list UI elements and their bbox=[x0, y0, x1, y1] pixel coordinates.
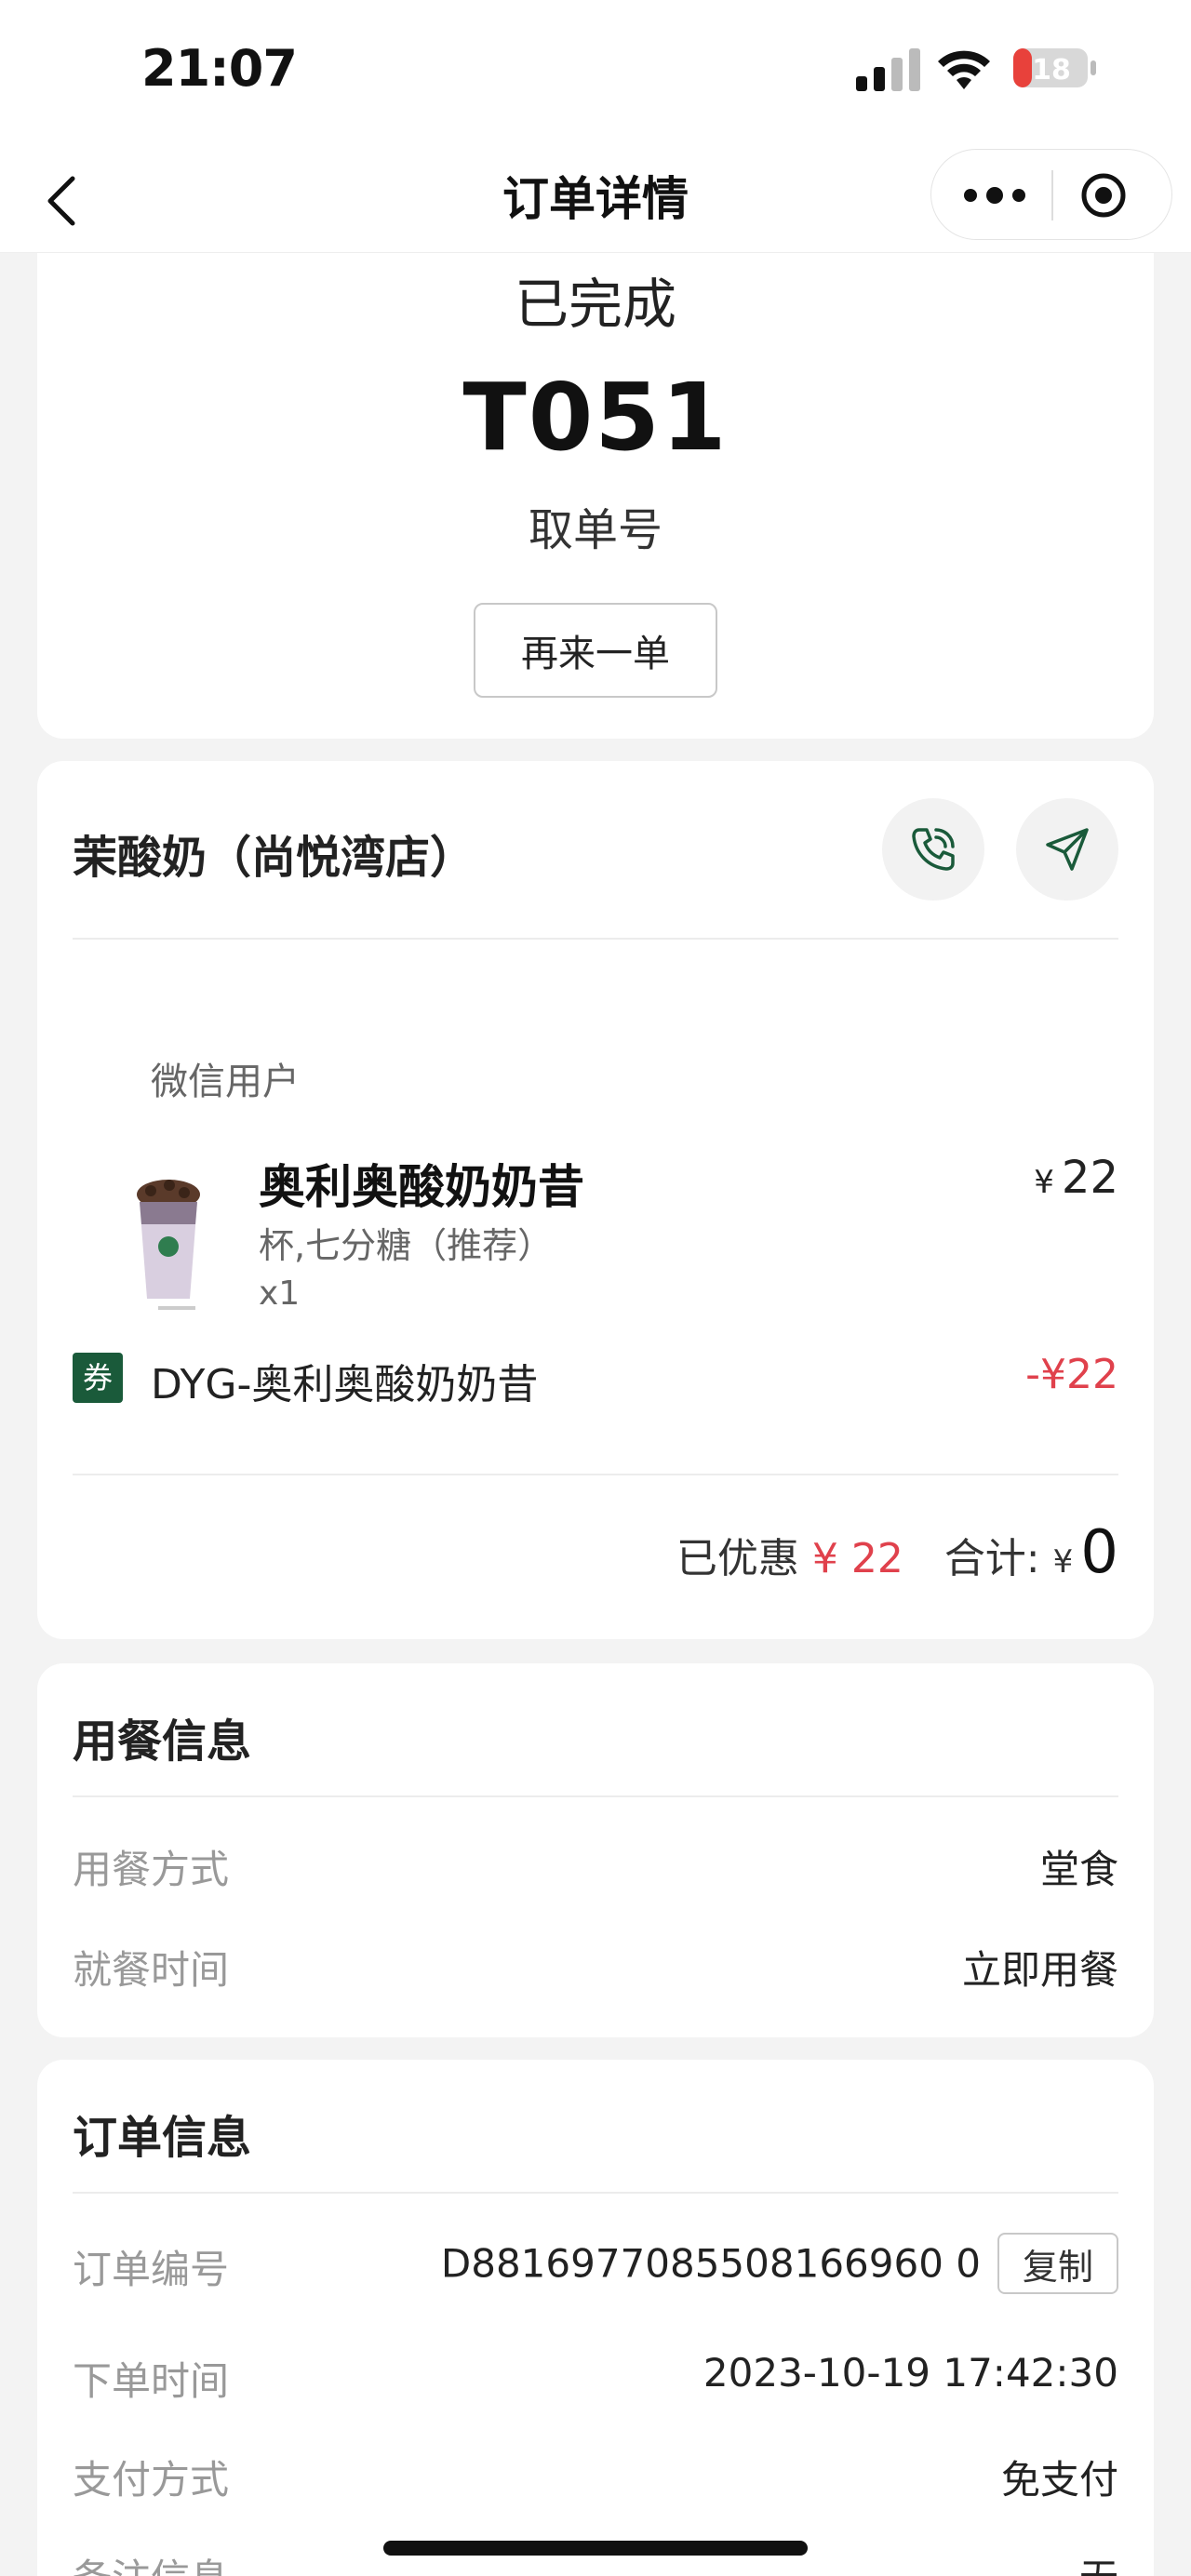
order-time-label: 下单时间 bbox=[73, 2358, 230, 2404]
call-store-button[interactable] bbox=[882, 798, 984, 901]
capsule-divider bbox=[1051, 170, 1053, 220]
copy-button[interactable]: 复制 bbox=[997, 2233, 1118, 2294]
dining-mode-value: 堂食 bbox=[1039, 1847, 1118, 1892]
divider bbox=[73, 1474, 1118, 1475]
navigate-store-button[interactable] bbox=[1016, 798, 1118, 901]
section-title: 用餐信息 bbox=[73, 1715, 252, 1768]
discount-label: 已优惠 bbox=[676, 1535, 799, 1582]
dining-time-label: 就餐时间 bbox=[73, 1947, 230, 1993]
order-status: 已完成 bbox=[514, 273, 676, 336]
order-summary: 已优惠 ¥ 22 合计: ¥0 bbox=[676, 1518, 1118, 1587]
total-currency: ¥ bbox=[1052, 1543, 1074, 1581]
order-status-card: 已完成 T051 取单号 再来一单 bbox=[37, 253, 1154, 739]
section-title: 订单信息 bbox=[73, 2112, 252, 2164]
status-time: 21:07 bbox=[141, 39, 298, 98]
battery-icon: 18 bbox=[1013, 48, 1096, 87]
more-menu-icon[interactable] bbox=[957, 172, 1032, 219]
close-miniprogram-icon[interactable] bbox=[1080, 172, 1127, 219]
coupon-badge: 券 bbox=[73, 1353, 123, 1403]
wifi-icon bbox=[938, 50, 990, 89]
phone-icon bbox=[912, 828, 955, 871]
product-name: 奥利奥酸奶奶昔 bbox=[259, 1160, 584, 1214]
order-number-row: D8816977085508166960 0 复制 bbox=[441, 2233, 1118, 2294]
dining-time-value: 立即用餐 bbox=[961, 1947, 1118, 1993]
pickup-number: T051 bbox=[462, 363, 729, 472]
remark-label: 备注信息 bbox=[73, 2547, 229, 2576]
status-bar: 21:07 18 bbox=[0, 0, 1191, 140]
product-price-value: 22 bbox=[1061, 1152, 1118, 1204]
coupon-name: DYG-奥利奥酸奶奶昔 bbox=[151, 1361, 539, 1408]
product-spec: 杯,七分糖（推荐） bbox=[259, 1225, 554, 1266]
store-order-card: 茉酸奶（尚悦湾店） 微信用户 奥利奥酸奶奶昔 杯,七分糖（推荐） x1 ¥22 … bbox=[37, 761, 1154, 1639]
order-time-value: 2023-10-19 17:42:30 bbox=[703, 2350, 1118, 2396]
cellular-signal-icon bbox=[856, 48, 920, 91]
battery-level: 18 bbox=[1032, 54, 1071, 87]
currency-symbol: ¥ bbox=[1034, 1164, 1054, 1201]
reorder-button[interactable]: 再来一单 bbox=[474, 603, 717, 698]
home-indicator[interactable] bbox=[383, 2541, 808, 2556]
order-info-card: 订单信息 订单编号 D8816977085508166960 0 复制 下单时间 … bbox=[37, 2060, 1154, 2576]
miniprogram-capsule bbox=[930, 149, 1172, 240]
order-number-value: D8816977085508166960 0 bbox=[440, 2240, 981, 2287]
remark-value: 无 bbox=[1079, 2547, 1118, 2576]
payment-method-label: 支付方式 bbox=[73, 2457, 230, 2503]
product-quantity: x1 bbox=[259, 1275, 301, 1313]
nav-bar: 订单详情 bbox=[0, 140, 1191, 253]
orderer-name: 微信用户 bbox=[151, 1061, 300, 1103]
divider bbox=[73, 938, 1118, 940]
navigation-arrow-icon bbox=[1046, 828, 1089, 871]
divider bbox=[73, 1795, 1118, 1797]
total-amount: 0 bbox=[1080, 1518, 1118, 1587]
payment-method-value: 免支付 bbox=[1000, 2457, 1118, 2503]
coupon-amount: -¥22 bbox=[1025, 1351, 1118, 1398]
dining-mode-label: 用餐方式 bbox=[73, 1847, 230, 1892]
store-name[interactable]: 茉酸奶（尚悦湾店） bbox=[73, 821, 475, 886]
pickup-label: 取单号 bbox=[528, 504, 662, 556]
product-price: ¥22 bbox=[1034, 1152, 1118, 1204]
order-number-label: 订单编号 bbox=[73, 2247, 230, 2292]
discount-value: ¥ 22 bbox=[811, 1535, 903, 1582]
total-label: 合计: bbox=[943, 1535, 1040, 1582]
divider bbox=[73, 2192, 1118, 2194]
product-image bbox=[137, 1180, 200, 1310]
dining-info-card: 用餐信息 用餐方式 堂食 就餐时间 立即用餐 bbox=[37, 1663, 1154, 2037]
